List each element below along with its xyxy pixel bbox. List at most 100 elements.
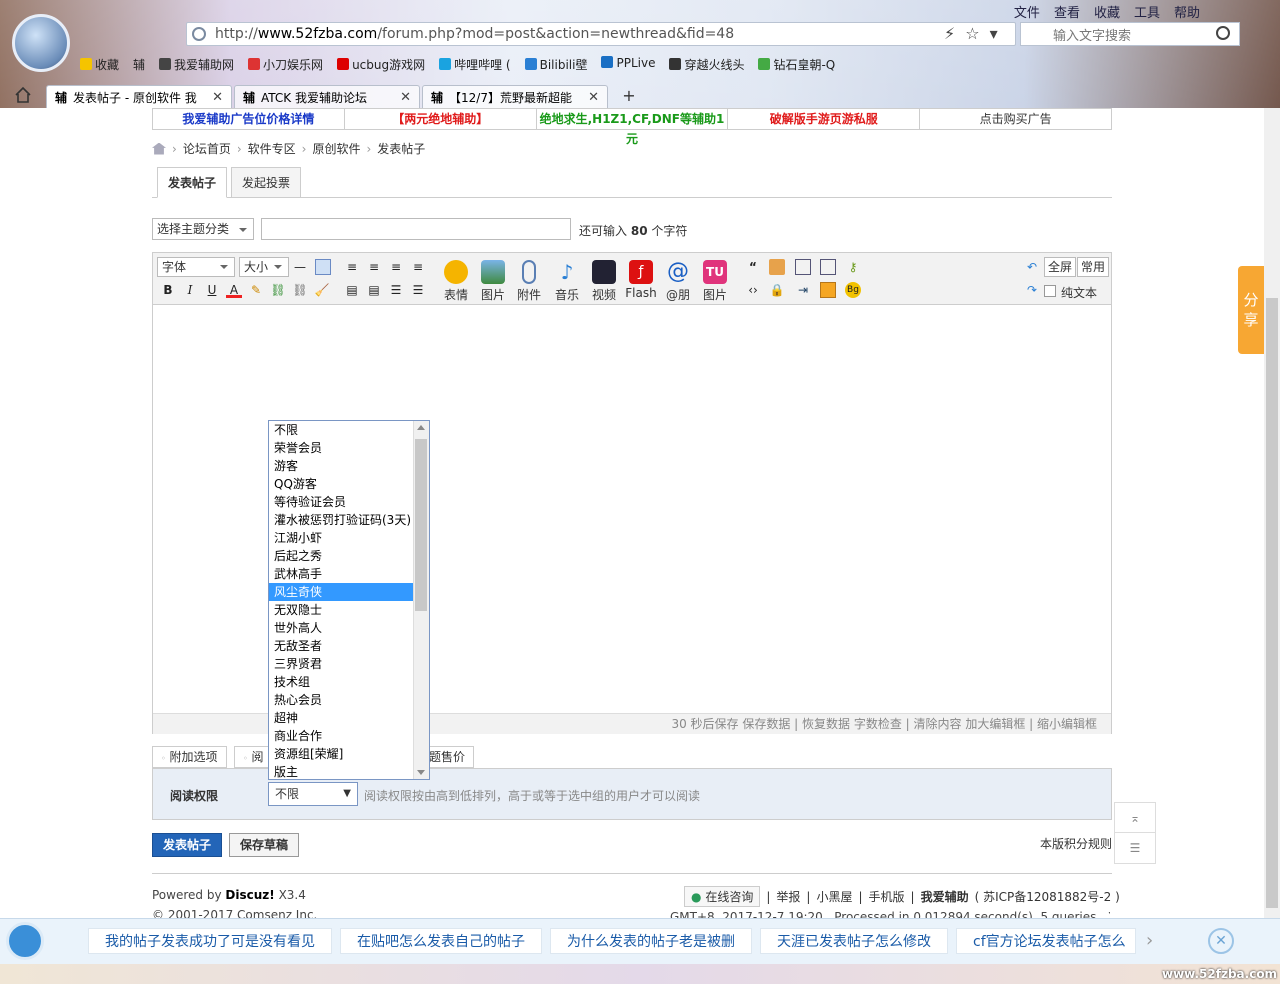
ad-link[interactable]: 【两元绝地辅助】 (345, 109, 537, 129)
breadcrumb-item[interactable]: 原创软件 (312, 140, 360, 157)
security-shield-icon[interactable] (192, 27, 206, 41)
bookmark-item[interactable]: 我爱辅助网 (159, 56, 234, 73)
sogou-logo-icon[interactable] (6, 922, 44, 960)
dropdown-option[interactable]: 世外高人 (269, 619, 413, 637)
bookmark-item[interactable]: 钻石皇朝-Q (758, 56, 835, 73)
attachment-button[interactable]: 附件 (513, 260, 545, 303)
close-icon[interactable]: ✕ (582, 90, 599, 105)
tab-extra-options[interactable]: ◦ 附加选项 (152, 746, 227, 768)
page-scroll-thumb[interactable] (1266, 298, 1278, 908)
bookmark-item[interactable]: Bilibili壁 (524, 56, 587, 73)
dropdown-option[interactable]: 武林高手 (269, 565, 413, 583)
dropdown-option[interactable]: 游客 (269, 457, 413, 475)
background-image-icon[interactable]: Bg (845, 282, 861, 298)
dropdown-option[interactable]: 风尘奇侠 (269, 583, 413, 601)
dropdown-scrollbar[interactable] (413, 421, 429, 779)
permission-select[interactable]: 不限 ▼ (268, 782, 358, 806)
lock-icon[interactable]: 🔒 (769, 282, 785, 298)
close-icon[interactable]: ✕ (1208, 928, 1234, 954)
suggestion-item[interactable]: 在贴吧怎么发表自己的帖子 (340, 928, 542, 954)
indent-icon[interactable]: ⇥ (795, 282, 811, 298)
back-to-top-icon[interactable]: ⌅ (1115, 803, 1155, 833)
box-icon[interactable] (820, 282, 836, 298)
bookmark-item[interactable]: 辅 (133, 56, 145, 73)
ad-link[interactable]: 绝地求生,H1Z1,CF,DNF等辅助1元 (537, 109, 729, 146)
dropdown-option[interactable]: 版主 (269, 763, 413, 779)
ad-link[interactable]: 点击购买广告 (920, 109, 1111, 129)
key-icon[interactable]: ⚷ (845, 259, 861, 275)
ad-link[interactable]: 破解版手游页游私服 (728, 109, 921, 129)
category-select[interactable]: 选择主题分类 (152, 218, 254, 240)
dropdown-option[interactable]: 后起之秀 (269, 547, 413, 565)
search-icon[interactable] (1216, 26, 1230, 40)
flash-button[interactable]: ƒ Flash (624, 260, 658, 300)
suggestion-item[interactable]: 为什么发表的帖子老是被删 (550, 928, 752, 954)
bookmark-item[interactable]: 收藏 (80, 56, 119, 73)
horizontal-rule-icon[interactable]: — (292, 259, 308, 275)
mobile-link[interactable]: 手机版 (869, 888, 905, 905)
page-icon[interactable] (795, 259, 811, 275)
chevron-down-icon[interactable]: ▾ (990, 24, 998, 43)
plain-text-checkbox[interactable] (1044, 285, 1056, 297)
tab-atck[interactable]: 辅 ATCK 我爱辅助论坛 ✕ (234, 85, 420, 108)
tu-image-button[interactable]: TU 图片 (700, 260, 730, 303)
menu-help[interactable]: 帮助 (1174, 2, 1200, 21)
close-icon[interactable]: ✕ (206, 90, 223, 105)
dropdown-option[interactable]: 无敌圣者 (269, 637, 413, 655)
tab-news[interactable]: 辅 【12/7】荒野最新超能 ✕ (422, 85, 608, 108)
scroll-thumb[interactable] (415, 439, 427, 611)
dropdown-option[interactable]: QQ游客 (269, 475, 413, 493)
float-right-icon[interactable]: ▤ (366, 282, 382, 298)
ad-link[interactable]: 我爱辅助广告位价格详情 (153, 109, 345, 129)
align-right-icon[interactable]: ≡ (388, 259, 404, 275)
user-avatar[interactable] (12, 14, 70, 72)
undo-icon[interactable]: ↶ (1024, 259, 1040, 275)
lightning-icon[interactable]: ⚡ (944, 24, 955, 43)
icp-link[interactable]: ( 苏ICP备12081882号-2 ) (975, 888, 1120, 905)
dropdown-option[interactable]: 技术组 (269, 673, 413, 691)
tab-post-thread[interactable]: 发表帖子 (157, 167, 228, 198)
site-name-link[interactable]: 我爱辅助 (921, 888, 969, 905)
dropdown-option[interactable]: 热心会员 (269, 691, 413, 709)
align-center-icon[interactable]: ≡ (366, 259, 382, 275)
size-select[interactable]: 大小 (239, 257, 289, 277)
font-select[interactable]: 字体 (157, 257, 235, 277)
list-icon[interactable]: ☰ (1115, 833, 1155, 863)
dropdown-option[interactable]: 资源组[荣耀] (269, 745, 413, 763)
online-consult-button[interactable]: ● 在线咨询 (684, 886, 761, 907)
subject-input[interactable] (261, 218, 571, 240)
italic-icon[interactable]: I (182, 282, 198, 298)
font-color-icon[interactable]: A (226, 282, 242, 298)
dropdown-option[interactable]: 超神 (269, 709, 413, 727)
save-draft-button[interactable]: 保存草稿 (229, 833, 299, 857)
bookmark-item[interactable]: PPLive (601, 56, 655, 73)
emoji-button[interactable]: 表情 (441, 260, 471, 303)
board-rules-link[interactable]: 本版积分规则 (1040, 835, 1112, 852)
suggestion-item[interactable]: 我的帖子发表成功了可是没有看见 (88, 928, 332, 954)
suggestion-item[interactable]: cf官方论坛发表帖子怎么 (956, 928, 1136, 954)
free-content-icon[interactable] (769, 259, 785, 275)
mention-button[interactable]: @ @朋 (663, 260, 693, 303)
menu-tools[interactable]: 工具 (1134, 2, 1160, 21)
bookmark-item[interactable]: 哔哩哔哩 ( (439, 56, 511, 73)
music-button[interactable]: ♪ 音乐 (551, 260, 583, 303)
dropdown-option[interactable]: 等待验证会员 (269, 493, 413, 511)
align-justify-icon[interactable]: ≡ (410, 259, 426, 275)
unordered-list-icon[interactable]: ☰ (410, 282, 426, 298)
bookmark-item[interactable]: ucbug游戏网 (337, 56, 425, 73)
menu-favorites[interactable]: 收藏 (1094, 2, 1120, 21)
address-bar[interactable]: http://www.52fzba.com/forum.php?mod=post… (186, 22, 1016, 46)
image-button[interactable]: 图片 (477, 260, 509, 303)
menu-file[interactable]: 文件 (1014, 2, 1040, 21)
chevron-right-icon[interactable]: › (1146, 930, 1153, 951)
breadcrumb-item[interactable]: 论坛首页 (183, 140, 231, 157)
permission-dropdown-list[interactable]: 不限 荣誉会员 游客 QQ游客 等待验证会员 灌水被惩罚打验证码(3天) 江湖小虾 后起之秀武… (268, 420, 430, 780)
background-color-icon[interactable]: ✎ (248, 282, 264, 298)
dropdown-option[interactable]: 江湖小虾 (269, 529, 413, 547)
video-button[interactable]: 视频 (588, 260, 620, 303)
blacklist-link[interactable]: 小黑屋 (816, 888, 852, 905)
breadcrumb-item[interactable]: 软件专区 (248, 140, 296, 157)
scroll-up-icon[interactable] (417, 425, 425, 430)
table-icon[interactable] (315, 259, 331, 275)
close-icon[interactable]: ✕ (394, 90, 411, 105)
